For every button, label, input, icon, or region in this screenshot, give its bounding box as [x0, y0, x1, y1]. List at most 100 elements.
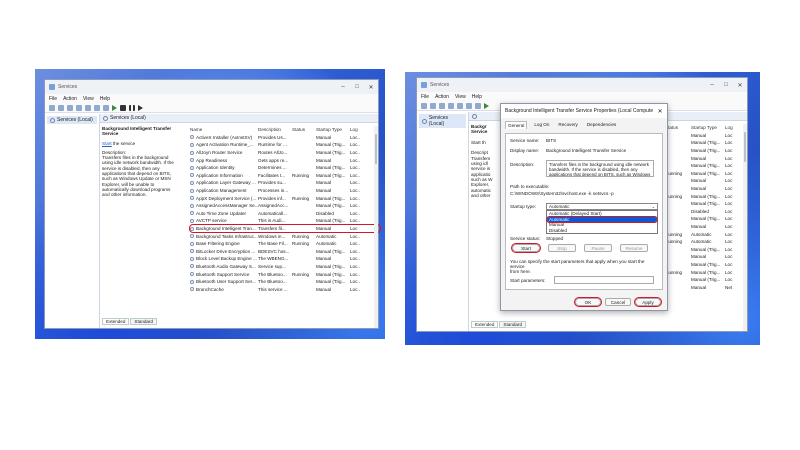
table-row[interactable]: Manual (Trig... Loc: [665, 246, 745, 254]
startup-type-select[interactable]: Automatic ⌄: [546, 203, 658, 210]
table-row[interactable]: Manual (Trig... Loc: [665, 276, 745, 284]
ok-button[interactable]: OK: [574, 297, 602, 307]
cancel-button[interactable]: Cancel: [605, 298, 631, 306]
close-icon[interactable]: ✕: [733, 82, 747, 89]
column-header[interactable]: Log: [725, 125, 735, 130]
tab-standard[interactable]: Standard: [130, 318, 158, 325]
table-row[interactable]: Running Manual (Trig... Loc: [665, 268, 745, 276]
column-header[interactable]: Description: [258, 127, 292, 132]
table-row[interactable]: Manual (Trig... Loc: [665, 200, 745, 208]
tab-dependencies[interactable]: Dependencies: [585, 121, 618, 129]
start-service-icon[interactable]: [484, 102, 489, 109]
start-service-link[interactable]: Start: [102, 141, 112, 146]
menu-help[interactable]: Help: [472, 94, 482, 100]
table-row[interactable]: AVCTP service This is Audi... Manual (Trig…: [190, 217, 380, 225]
table-row[interactable]: Agent Activation Runtime_... Runtime for …: [190, 141, 380, 149]
tab-log-on[interactable]: Log On: [532, 121, 551, 129]
maximize-icon[interactable]: □: [719, 82, 733, 89]
forward-icon[interactable]: [58, 104, 64, 111]
menu-action[interactable]: Action: [63, 96, 77, 102]
table-row[interactable]: BitLocker Drive Encryption ... BDESVC hos…: [190, 248, 380, 256]
table-row[interactable]: Manual Loc: [665, 185, 745, 193]
column-header[interactable]: Startup Type: [316, 127, 350, 132]
table-row[interactable]: Running Manual (Trig... Loc: [665, 170, 745, 178]
tab-general[interactable]: General: [505, 121, 528, 129]
minimize-icon[interactable]: –: [705, 82, 719, 89]
table-row[interactable]: Application Information Facilitates t... R…: [190, 172, 380, 180]
table-row[interactable]: Manual Loc: [665, 253, 745, 261]
apply-button[interactable]: Apply: [634, 297, 662, 307]
nav-services-local[interactable]: Services (Local): [47, 116, 97, 124]
column-header[interactable]: Status: [292, 127, 316, 132]
table-row[interactable]: Application Layer Gateway ... Provides su…: [190, 179, 380, 187]
vertical-scrollbar[interactable]: [374, 126, 378, 328]
help-icon[interactable]: [475, 102, 481, 109]
table-row[interactable]: Manual (Trig... Loc: [665, 261, 745, 269]
table-row[interactable]: Manual (Trig... Loc: [665, 162, 745, 170]
table-row[interactable]: ActiveX Installer (AxInstSV) Provides Us.…: [190, 134, 380, 142]
vertical-scrollbar[interactable]: [743, 124, 747, 331]
table-row[interactable]: Running Automatic Loc: [665, 238, 745, 246]
table-row[interactable]: Background Intelligent Tran... Transfers …: [189, 223, 381, 234]
console-tree-icon[interactable]: [439, 102, 445, 109]
table-row[interactable]: AllJoyn Router Service Routes AllJo... Man…: [190, 149, 380, 157]
table-row[interactable]: Disabled Loc: [665, 208, 745, 216]
refresh-icon[interactable]: [85, 104, 91, 111]
back-icon[interactable]: [49, 104, 55, 111]
help-icon[interactable]: [103, 104, 109, 111]
close-icon[interactable]: ✕: [653, 108, 667, 115]
close-icon[interactable]: ✕: [364, 84, 378, 91]
table-row[interactable]: Bluetooth Support Service The Bluetoo... R…: [190, 270, 380, 278]
table-row[interactable]: Manual Net: [665, 283, 745, 291]
start-service-icon[interactable]: [112, 104, 117, 111]
table-row[interactable]: Manual Loc: [665, 177, 745, 185]
export-icon[interactable]: [466, 102, 472, 109]
table-row[interactable]: BranchCache This service ... Manual Loc...: [190, 285, 380, 293]
table-row[interactable]: Manual (Trig... Loc: [665, 215, 745, 223]
menu-file[interactable]: File: [421, 94, 429, 100]
table-row[interactable]: AssignedAccessManager Se... AssignedAcc..…: [190, 202, 380, 210]
menu-view[interactable]: View: [83, 96, 94, 102]
start-parameters-input[interactable]: [554, 276, 654, 284]
table-row[interactable]: Running Automatic Loc: [665, 230, 745, 238]
tab-recovery[interactable]: Recovery: [556, 121, 579, 129]
table-row[interactable]: Base Filtering Engine The Base Fil... Runn…: [190, 240, 380, 248]
option-disabled[interactable]: Disabled: [547, 228, 657, 234]
column-header[interactable]: Startup Type: [691, 125, 725, 130]
menu-view[interactable]: View: [455, 94, 466, 100]
option-automatic-delayed[interactable]: Automatic (Delayed Start): [547, 211, 657, 217]
resume-button[interactable]: Resume: [620, 244, 648, 252]
column-header[interactable]: Log: [350, 127, 360, 132]
table-row[interactable]: Manual (Trig... Loc: [665, 147, 745, 155]
refresh-icon[interactable]: [457, 102, 463, 109]
tab-extended[interactable]: Extended: [102, 318, 130, 325]
menu-file[interactable]: File: [49, 96, 57, 102]
nav-services-local[interactable]: Services (Local): [419, 114, 466, 128]
pause-service-icon[interactable]: [129, 104, 135, 111]
column-header[interactable]: Status: [665, 125, 691, 130]
table-row[interactable]: Block Level Backup Engine ... The WBENG..…: [190, 255, 380, 263]
restart-service-icon[interactable]: [138, 104, 143, 111]
table-row[interactable]: Application Identity Determines ... Manual…: [190, 164, 380, 172]
table-row[interactable]: Bluetooth Audio Gateway S... Service sup.…: [190, 263, 380, 271]
console-tree-icon[interactable]: [67, 104, 73, 111]
menu-help[interactable]: Help: [100, 96, 110, 102]
table-row[interactable]: Manual (Trig... Loc: [665, 139, 745, 147]
maximize-icon[interactable]: □: [350, 84, 364, 91]
pause-button[interactable]: Pause: [584, 244, 612, 252]
table-row[interactable]: Background Tasks Infrastruc... Windows in…: [190, 232, 380, 240]
properties-icon[interactable]: [448, 102, 454, 109]
table-row[interactable]: Bluetooth User Support Ser... The Bluetoo…: [190, 278, 380, 286]
table-row[interactable]: Manual Loc: [665, 223, 745, 231]
forward-icon[interactable]: [430, 102, 436, 109]
minimize-icon[interactable]: –: [336, 84, 350, 91]
table-row[interactable]: Manual Loc: [665, 132, 745, 140]
stop-service-icon[interactable]: [120, 104, 126, 111]
menu-action[interactable]: Action: [435, 94, 449, 100]
export-icon[interactable]: [94, 104, 100, 111]
properties-icon[interactable]: [76, 104, 82, 111]
tab-standard[interactable]: Standard: [499, 321, 527, 328]
table-row[interactable]: Auto Time Zone Updater Automaticall... Dis…: [190, 210, 380, 218]
back-icon[interactable]: [421, 102, 427, 109]
table-row[interactable]: Manual Loc: [665, 154, 745, 162]
